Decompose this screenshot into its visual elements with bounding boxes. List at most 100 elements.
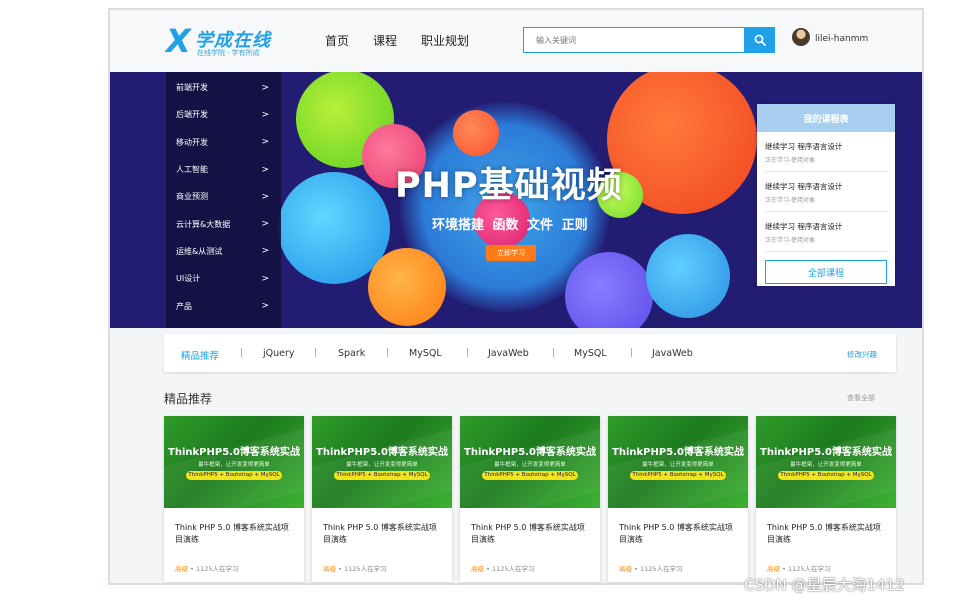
- tab-separator: |: [240, 348, 244, 358]
- tab-javaweb[interactable]: JavaWeb: [488, 348, 529, 359]
- section-title: 精品推荐: [164, 392, 213, 406]
- thumbnail-tag: ThinkPHP5 + Bootstrap + MySQL: [482, 471, 578, 480]
- menu-item-mobile[interactable]: 移动开发 >: [166, 129, 281, 156]
- menu-item-label: 前端开发: [176, 83, 208, 93]
- thumbnail-subtitle: 最牛框架，让开发变得更简单: [642, 462, 714, 468]
- course-thumbnail: ThinkPHP5.0博客系统实战 最牛框架，让开发变得更简单 ThinkPHP…: [460, 416, 600, 508]
- page-frame: X 学成在线 在线学院 · 学有所成 首页 课程 职业规划 lilei-hanm…: [108, 8, 924, 585]
- top-header: X 学成在线 在线学院 · 学有所成 首页 课程 职业规划 lilei-hanm…: [110, 10, 922, 72]
- course-card[interactable]: ThinkPHP5.0博客系统实战 最牛框架，让开发变得更简单 ThinkPHP…: [164, 416, 304, 582]
- course-card[interactable]: ThinkPHP5.0博客系统实战 最牛框架，让开发变得更简单 ThinkPHP…: [460, 416, 600, 582]
- menu-item-business[interactable]: 商业预测 >: [166, 183, 281, 210]
- menu-item-ui[interactable]: UI设计 >: [166, 265, 281, 292]
- chevron-right-icon: >: [261, 246, 269, 257]
- logo-mark: X: [166, 22, 191, 60]
- my-course-panel: 我的课程表 继续学习 程序语言设计 正在学习-使用对象 继续学习 程序语言设计 …: [757, 104, 895, 286]
- course-name: Think PHP 5.0 博客系统实战项目演练: [323, 523, 437, 544]
- my-course-item[interactable]: 继续学习 程序语言设计 正在学习-使用对象: [765, 212, 887, 252]
- menu-item-ops[interactable]: 运维&从测试 >: [166, 238, 281, 265]
- tab-jquery[interactable]: jQuery: [263, 348, 295, 359]
- my-course-item-status: 正在学习-使用对象: [765, 197, 816, 204]
- tab-separator: |: [314, 348, 318, 358]
- thumbnail-title: ThinkPHP5.0博客系统实战: [316, 447, 448, 458]
- category-side-menu: 前端开发 > 后端开发 > 移动开发 > 人工智能 > 商业预测 > 云计算&大数据 > 运…: [166, 72, 281, 328]
- course-meta: 高级 • 1125人在学习: [619, 563, 683, 573]
- tab-mysql[interactable]: MySQL: [409, 348, 442, 359]
- thumbnail-tag: ThinkPHP5 + Bootstrap + MySQL: [630, 471, 726, 480]
- tab-separator: |: [552, 348, 556, 358]
- tab-featured[interactable]: 精品推荐: [181, 348, 219, 362]
- my-course-item-title: 继续学习 程序语言设计: [765, 222, 843, 231]
- course-card[interactable]: ThinkPHP5.0博客系统实战 最牛框架，让开发变得更简单 ThinkPHP…: [756, 416, 896, 582]
- all-courses-button[interactable]: 全部课程: [765, 260, 887, 284]
- menu-item-product[interactable]: 产品 >: [166, 292, 281, 319]
- course-level: 高级: [619, 565, 632, 573]
- course-level: 高级: [175, 565, 188, 573]
- decor-circle: [646, 234, 730, 318]
- menu-item-label: 运维&从测试: [176, 246, 223, 256]
- chevron-right-icon: >: [261, 191, 269, 202]
- my-course-item-title: 继续学习 程序语言设计: [765, 142, 843, 151]
- nav-courses[interactable]: 课程: [373, 32, 397, 49]
- menu-item-frontend[interactable]: 前端开发 >: [166, 74, 281, 101]
- thumbnail-subtitle: 最牛框架，让开发变得更简单: [346, 462, 418, 468]
- logo-slogan: 在线学院 · 学有所成: [197, 49, 260, 57]
- menu-item-label: 后端开发: [176, 110, 208, 120]
- thumbnail-subtitle: 最牛框架，让开发变得更简单: [198, 462, 270, 468]
- category-tab-bar: 精品推荐 | jQuery | Spark | MySQL | JavaWeb …: [164, 334, 896, 372]
- course-thumbnail: ThinkPHP5.0博客系统实战 最牛框架，让开发变得更简单 ThinkPHP…: [608, 416, 748, 508]
- course-learners: • 1125人在学习: [780, 565, 831, 573]
- chevron-right-icon: >: [261, 301, 269, 312]
- chevron-right-icon: >: [261, 82, 269, 93]
- search-input[interactable]: [524, 28, 744, 53]
- user-info[interactable]: lilei-hanmm: [792, 28, 868, 46]
- my-course-item[interactable]: 继续学习 程序语言设计 正在学习-使用对象: [765, 172, 887, 212]
- nav-home[interactable]: 首页: [325, 32, 349, 49]
- banner-subtitle: 环境搭建 函数 文件 正则: [432, 218, 588, 233]
- course-card[interactable]: ThinkPHP5.0博客系统实战 最牛框架，让开发变得更简单 ThinkPHP…: [312, 416, 452, 582]
- menu-item-cloud[interactable]: 云计算&大数据 >: [166, 210, 281, 237]
- menu-item-label: 云计算&大数据: [176, 219, 231, 229]
- search-button[interactable]: [744, 27, 775, 53]
- my-course-title: 我的课程表: [757, 104, 895, 132]
- decor-circle: [453, 110, 499, 156]
- course-level: 高级: [323, 565, 336, 573]
- course-name: Think PHP 5.0 博客系统实战项目演练: [471, 523, 585, 544]
- thumbnail-title: ThinkPHP5.0博客系统实战: [612, 447, 744, 458]
- my-course-item[interactable]: 继续学习 程序语言设计 正在学习-使用对象: [765, 132, 887, 172]
- course-meta: 高级 • 1125人在学习: [175, 563, 239, 573]
- decor-circle: [565, 252, 653, 328]
- course-thumbnail: ThinkPHP5.0博客系统实战 最牛框架，让开发变得更简单 ThinkPHP…: [164, 416, 304, 508]
- thumbnail-title: ThinkPHP5.0博客系统实战: [464, 447, 596, 458]
- thumbnail-title: ThinkPHP5.0博客系统实战: [760, 447, 892, 458]
- my-course-item-status: 正在学习-使用对象: [765, 157, 816, 164]
- thumbnail-tag: ThinkPHP5 + Bootstrap + MySQL: [778, 471, 874, 480]
- thumbnail-tag: ThinkPHP5 + Bootstrap + MySQL: [186, 471, 282, 480]
- search-box: [523, 27, 775, 53]
- course-meta: 高级 • 1125人在学习: [767, 563, 831, 573]
- search-icon: [754, 34, 766, 46]
- edit-interest-link[interactable]: 修改兴趣: [847, 349, 877, 360]
- thumbnail-subtitle: 最牛框架，让开发变得更简单: [790, 462, 862, 468]
- banner-title: PHP基础视频: [395, 166, 623, 206]
- tab-separator: |: [466, 348, 470, 358]
- learn-now-button[interactable]: 立即学习: [486, 245, 536, 261]
- menu-item-label: 商业预测: [176, 192, 208, 202]
- user-name[interactable]: lilei-hanmm: [815, 34, 868, 44]
- menu-item-ai[interactable]: 人工智能 >: [166, 156, 281, 183]
- course-card[interactable]: ThinkPHP5.0博客系统实战 最牛框架，让开发变得更简单 ThinkPHP…: [608, 416, 748, 582]
- chevron-right-icon: >: [261, 137, 269, 148]
- tab-spark[interactable]: Spark: [338, 348, 365, 359]
- csdn-watermark: CSDN @星辰大海1412: [744, 576, 905, 594]
- tab-mysql-2[interactable]: MySQL: [574, 348, 607, 359]
- tab-javaweb-2[interactable]: JavaWeb: [652, 348, 693, 359]
- view-all-link[interactable]: 查看全部: [847, 393, 875, 403]
- hero-banner[interactable]: 前端开发 > 后端开发 > 移动开发 > 人工智能 > 商业预测 > 云计算&大数据 > 运…: [110, 72, 922, 328]
- my-course-item-status: 正在学习-使用对象: [765, 237, 816, 244]
- site-logo[interactable]: X 学成在线 在线学院 · 学有所成: [166, 22, 286, 60]
- avatar[interactable]: [792, 28, 810, 46]
- nav-career[interactable]: 职业规划: [421, 32, 469, 49]
- chevron-right-icon: >: [261, 219, 269, 230]
- menu-item-backend[interactable]: 后端开发 >: [166, 101, 281, 128]
- course-learners: • 1125人在学习: [484, 565, 535, 573]
